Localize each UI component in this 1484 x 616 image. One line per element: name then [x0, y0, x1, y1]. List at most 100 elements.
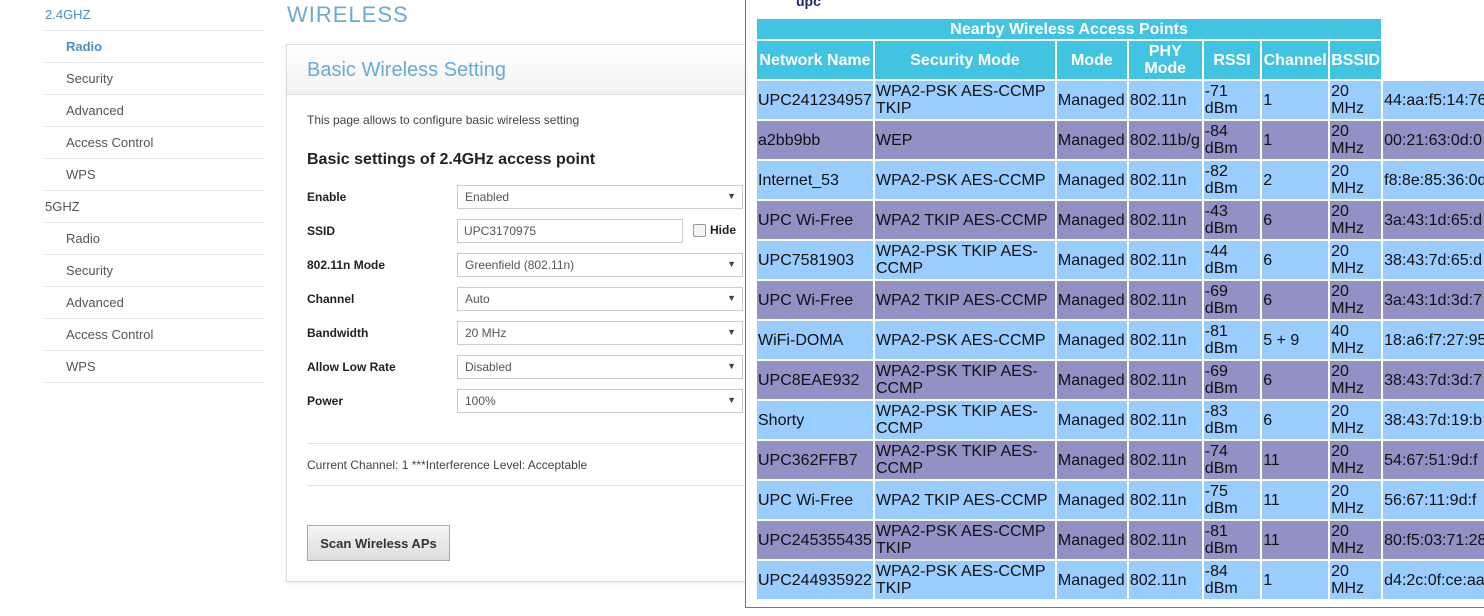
- cell-phy-mode: 802.11n: [1128, 241, 1202, 279]
- cell-channel: 6: [1262, 241, 1329, 279]
- enable-select[interactable]: Enabled ▼: [457, 185, 743, 209]
- sidebar-item-radio-5[interactable]: Radio: [45, 223, 265, 255]
- sidebar-group-5ghz[interactable]: 5GHZ: [45, 191, 265, 223]
- cell-bssid: 18:a6:f7:27:95: [1383, 321, 1484, 359]
- sidebar-group-2-4ghz[interactable]: 2.4GHZ: [45, 0, 265, 31]
- cell-security-mode: WPA2-PSK TKIP AES-CCMP: [874, 241, 1055, 279]
- cell-mode: Managed: [1056, 201, 1127, 239]
- ssid-input[interactable]: UPC3170975: [457, 219, 683, 243]
- sidebar-item-access-control-24[interactable]: Access Control: [45, 127, 265, 159]
- bandwidth-select[interactable]: 20 MHz ▼: [457, 321, 743, 345]
- scan-wireless-aps-button[interactable]: Scan Wireless APs: [307, 525, 450, 561]
- cell-bandwidth: 20 MHz: [1330, 161, 1382, 199]
- bandwidth-row: Bandwidth 20 MHz ▼: [307, 321, 747, 345]
- cell-bandwidth: 20 MHz: [1330, 401, 1382, 439]
- cell-channel: 11: [1262, 441, 1329, 479]
- cell-network-name: UPC245355435: [757, 521, 873, 559]
- cell-bssid: 38:43:7d:65:d: [1383, 241, 1484, 279]
- cell-phy-mode: 802.11n: [1128, 281, 1202, 319]
- cell-security-mode: WPA2-PSK AES-CCMP: [874, 161, 1055, 199]
- table-row: UPC8EAE932 WPA2-PSK TKIP AES-CCMP Managed 8…: [757, 361, 1484, 399]
- cell-phy-mode: 802.11n: [1128, 561, 1202, 599]
- cell-rssi: -84 dBm: [1203, 121, 1261, 159]
- cell-channel: 6: [1262, 401, 1329, 439]
- cell-channel: 11: [1262, 521, 1329, 559]
- cell-channel: 6: [1262, 361, 1329, 399]
- cell-security-mode: WPA2-PSK AES-CCMP TKIP: [874, 521, 1055, 559]
- hide-ssid-checkbox[interactable]: Hide: [693, 223, 736, 237]
- sidebar-item-security-24[interactable]: Security: [45, 63, 265, 95]
- cell-bssid: 80:f5:03:71:28: [1383, 521, 1484, 559]
- cell-mode: Managed: [1056, 161, 1127, 199]
- channel-label: Channel: [307, 292, 355, 306]
- cell-security-mode: WPA2-PSK TKIP AES-CCMP: [874, 441, 1055, 479]
- cell-phy-mode: 802.11n: [1128, 321, 1202, 359]
- dropdown-arrow-icon: ▼: [727, 361, 736, 371]
- cell-bandwidth: 20 MHz: [1330, 81, 1382, 119]
- cell-phy-mode: 802.11n: [1128, 361, 1202, 399]
- col-network-name: Network Name: [757, 41, 873, 79]
- table-row: UPC Wi-Free WPA2 TKIP AES-CCMP Managed 802.…: [757, 281, 1484, 319]
- cell-rssi: -74 dBm: [1203, 441, 1261, 479]
- cell-bssid: 56:67:11:9d:f: [1383, 481, 1484, 519]
- ssid-row: SSID UPC3170975 Hide: [307, 219, 747, 243]
- cell-network-name: UPC244935922: [757, 561, 873, 599]
- enable-label: Enable: [307, 190, 347, 204]
- cell-mode: Managed: [1056, 481, 1127, 519]
- sidebar-item-access-control-5[interactable]: Access Control: [45, 319, 265, 351]
- low-rate-label: Allow Low Rate: [307, 360, 396, 374]
- cell-channel: 6: [1262, 281, 1329, 319]
- cell-rssi: -69 dBm: [1203, 361, 1261, 399]
- cell-phy-mode: 802.11n: [1128, 201, 1202, 239]
- basic-wireless-panel: Basic Wireless Setting This page allows …: [286, 44, 756, 582]
- cell-bandwidth: 20 MHz: [1330, 281, 1382, 319]
- cell-rssi: -69 dBm: [1203, 281, 1261, 319]
- panel-description: This page allows to configure basic wire…: [307, 113, 580, 127]
- cell-security-mode: WPA2-PSK AES-CCMP TKIP: [874, 561, 1055, 599]
- cell-network-name: Shorty: [757, 401, 873, 439]
- table-row: UPC Wi-Free WPA2 TKIP AES-CCMP Managed 802.…: [757, 481, 1484, 519]
- channel-select[interactable]: Auto ▼: [457, 287, 743, 311]
- cell-network-name: Internet_53: [757, 161, 873, 199]
- dropdown-arrow-icon: ▼: [727, 191, 736, 201]
- mode-row: 802.11n Mode Greenfield (802.11n) ▼: [307, 253, 747, 277]
- checkbox-icon: [693, 223, 706, 237]
- cell-phy-mode: 802.11n: [1128, 161, 1202, 199]
- mode-select[interactable]: Greenfield (802.11n) ▼: [457, 253, 743, 277]
- table-row: Internet_53 WPA2-PSK AES-CCMP Managed 802.1…: [757, 161, 1484, 199]
- cell-network-name: UPC7581903: [757, 241, 873, 279]
- dropdown-arrow-icon: ▼: [727, 293, 736, 303]
- sidebar-item-radio-24[interactable]: Radio: [45, 31, 265, 63]
- cell-bandwidth: 20 MHz: [1330, 361, 1382, 399]
- cell-mode: Managed: [1056, 521, 1127, 559]
- cell-bssid: 44:aa:f5:14:76: [1383, 81, 1484, 119]
- mode-label: 802.11n Mode: [307, 258, 386, 272]
- cell-mode: Managed: [1056, 361, 1127, 399]
- hide-label: Hide: [710, 223, 737, 237]
- cell-channel: 1: [1262, 121, 1329, 159]
- sidebar-item-advanced-5[interactable]: Advanced: [45, 287, 265, 319]
- power-row: Power 100% ▼: [307, 389, 747, 413]
- cell-rssi: -43 dBm: [1203, 201, 1261, 239]
- cell-network-name: UPC241234957: [757, 81, 873, 119]
- col-channel: Channel: [1262, 41, 1329, 79]
- sidebar-item-wps-24[interactable]: WPS: [45, 159, 265, 191]
- power-select[interactable]: 100% ▼: [457, 389, 743, 413]
- sidebar-item-security-5[interactable]: Security: [45, 255, 265, 287]
- cell-bandwidth: 20 MHz: [1330, 481, 1382, 519]
- cell-security-mode: WEP: [874, 121, 1055, 159]
- col-phy-mode: PHY Mode: [1128, 41, 1202, 79]
- cell-mode: Managed: [1056, 81, 1127, 119]
- cell-rssi: -82 dBm: [1203, 161, 1261, 199]
- current-channel-status: Current Channel: 1 ***Interference Level…: [307, 458, 588, 472]
- sidebar-item-wps-5[interactable]: WPS: [45, 351, 265, 383]
- cell-rssi: -83 dBm: [1203, 401, 1261, 439]
- cell-mode: Managed: [1056, 281, 1127, 319]
- cell-security-mode: WPA2-PSK TKIP AES-CCMP: [874, 361, 1055, 399]
- col-mode: Mode: [1056, 41, 1127, 79]
- cell-phy-mode: 802.11n: [1128, 481, 1202, 519]
- low-rate-value: Disabled: [465, 360, 512, 374]
- low-rate-select[interactable]: Disabled ▼: [457, 355, 743, 379]
- sidebar-item-advanced-24[interactable]: Advanced: [45, 95, 265, 127]
- cell-security-mode: WPA2-PSK TKIP AES-CCMP: [874, 401, 1055, 439]
